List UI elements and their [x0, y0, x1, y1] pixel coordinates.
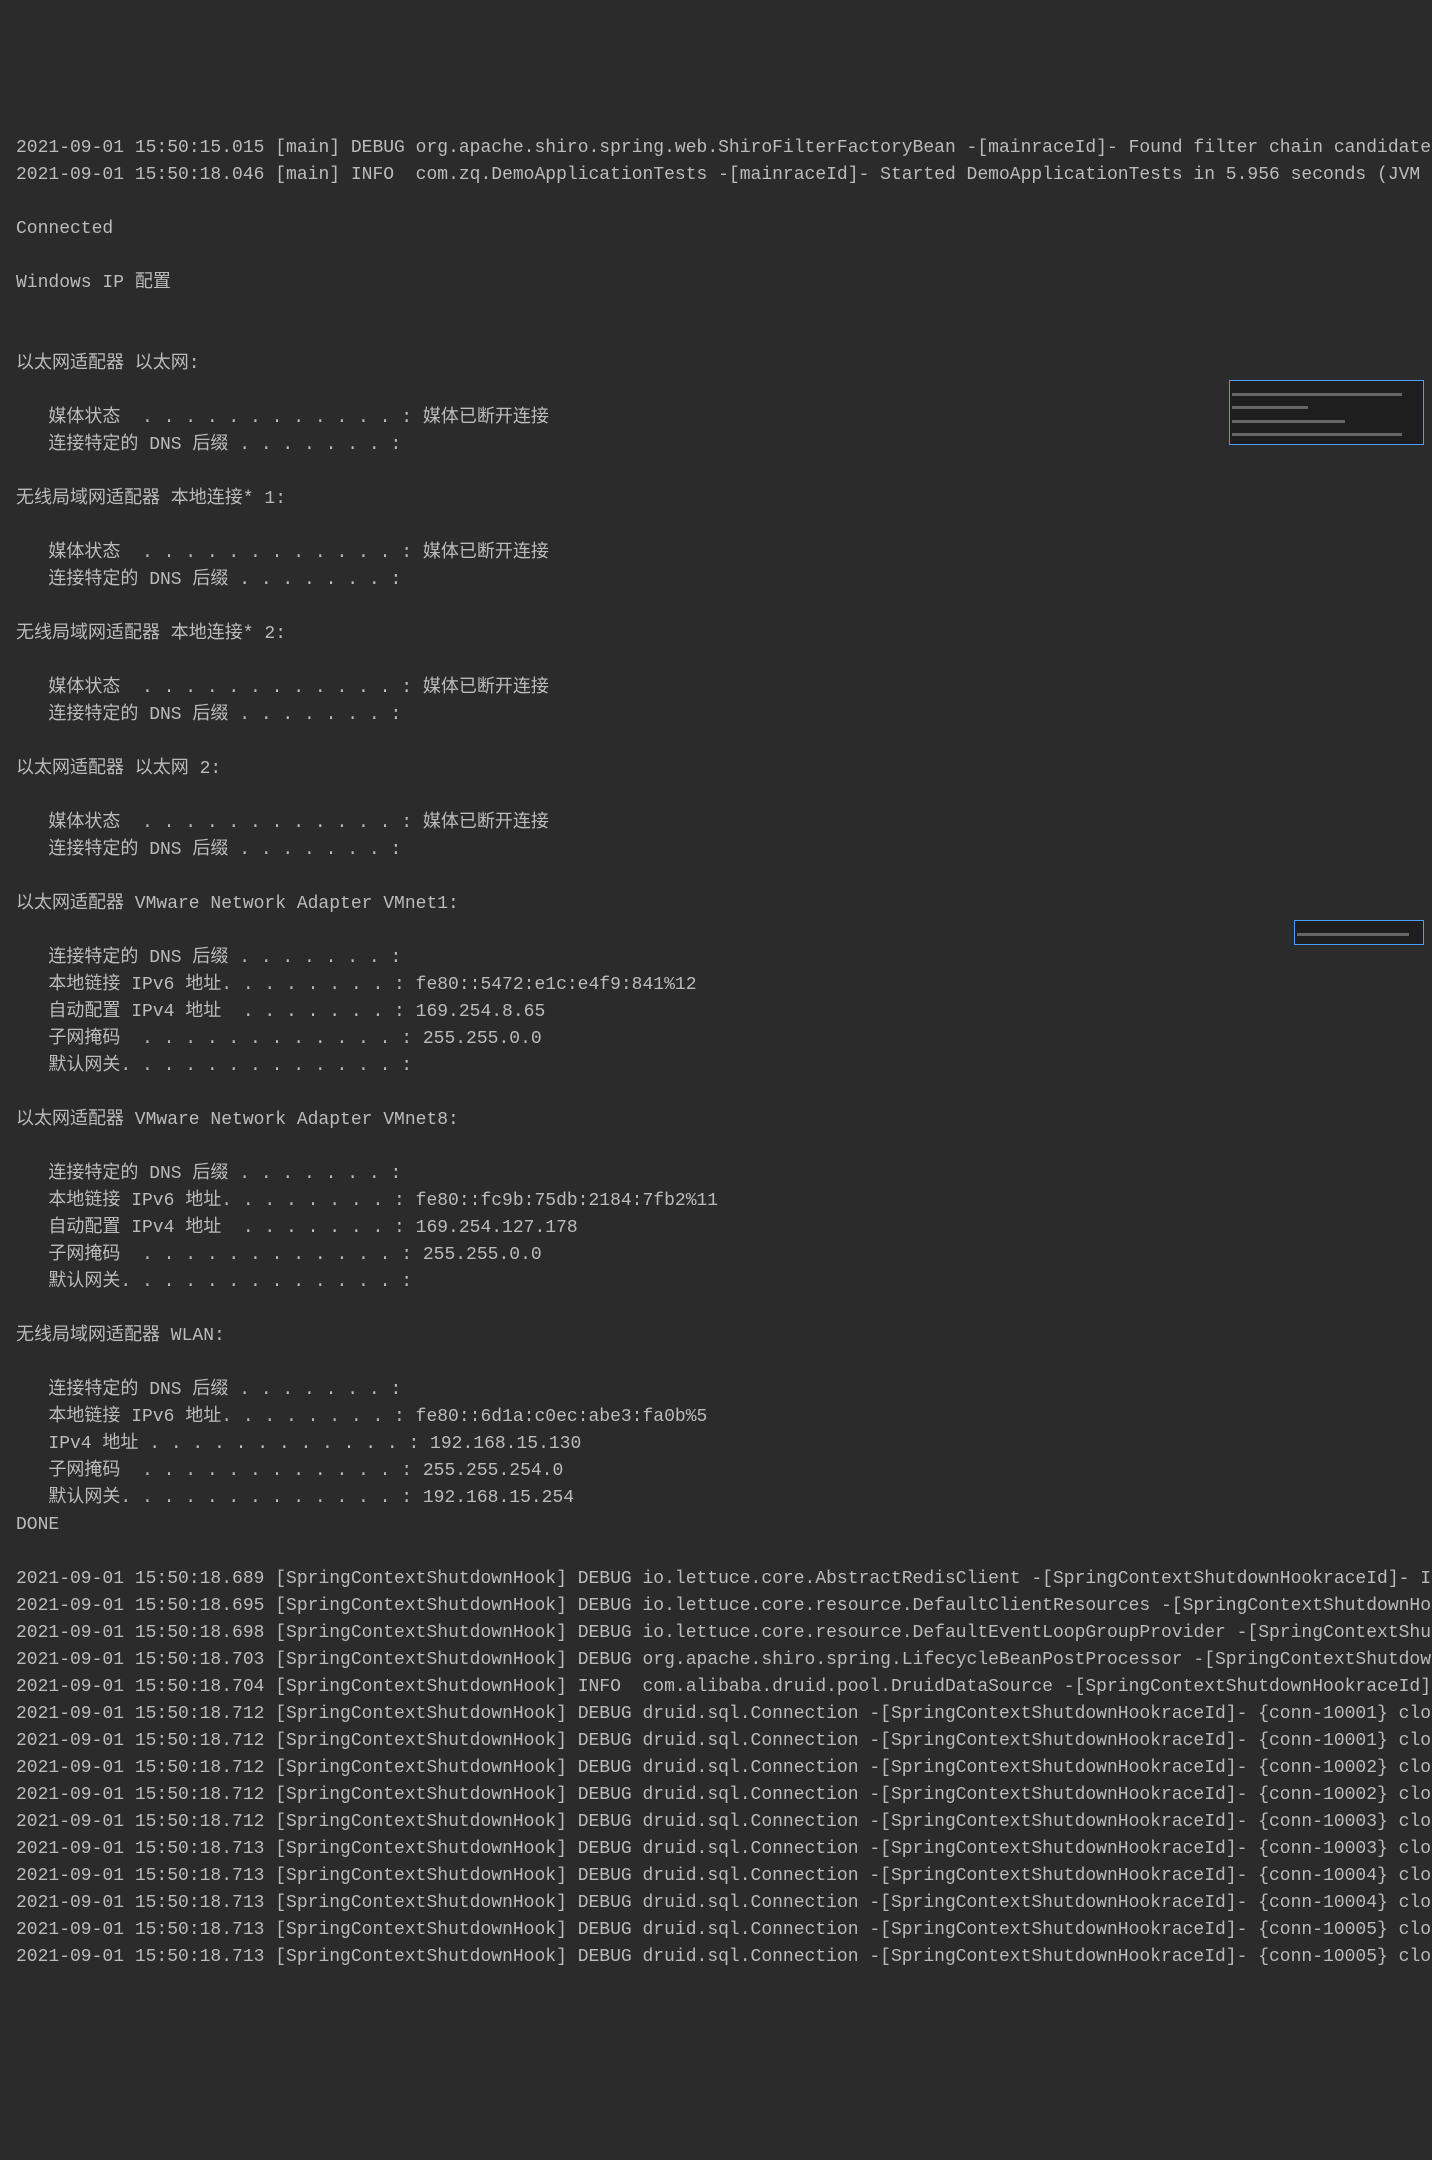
console-line	[16, 1134, 1416, 1161]
console-line: 媒体状态 . . . . . . . . . . . . : 媒体已断开连接	[16, 810, 1416, 837]
console-line	[16, 513, 1416, 540]
console-line: IPv4 地址 . . . . . . . . . . . . : 192.16…	[16, 1431, 1416, 1458]
console-line: Windows IP 配置	[16, 270, 1416, 297]
console-line: 2021-09-01 15:50:18.712 [SpringContextSh…	[16, 1782, 1416, 1809]
console-output[interactable]: 2021-09-01 15:50:15.015 [main] DEBUG org…	[0, 108, 1432, 1971]
console-line: 本地链接 IPv6 地址. . . . . . . . : fe80::6d1a…	[16, 1404, 1416, 1431]
console-line: 2021-09-01 15:50:15.015 [main] DEBUG org…	[16, 135, 1416, 162]
console-line	[16, 297, 1416, 324]
console-line: 无线局域网适配器 本地连接* 2:	[16, 621, 1416, 648]
console-line: 2021-09-01 15:50:18.703 [SpringContextSh…	[16, 1647, 1416, 1674]
console-line	[16, 783, 1416, 810]
console-line: DONE	[16, 1512, 1416, 1539]
console-line	[16, 189, 1416, 216]
console-line	[16, 243, 1416, 270]
console-line	[16, 648, 1416, 675]
console-line: 以太网适配器 以太网:	[16, 351, 1416, 378]
console-line: 2021-09-01 15:50:18.713 [SpringContextSh…	[16, 1836, 1416, 1863]
console-line	[16, 1539, 1416, 1566]
console-line: 2021-09-01 15:50:18.046 [main] INFO com.…	[16, 162, 1416, 189]
console-line	[16, 594, 1416, 621]
console-line: 2021-09-01 15:50:18.713 [SpringContextSh…	[16, 1863, 1416, 1890]
console-line: 2021-09-01 15:50:18.713 [SpringContextSh…	[16, 1944, 1416, 1971]
console-line: 默认网关. . . . . . . . . . . . . :	[16, 1269, 1416, 1296]
console-line: 以太网适配器 VMware Network Adapter VMnet8:	[16, 1107, 1416, 1134]
console-line: 2021-09-01 15:50:18.704 [SpringContextSh…	[16, 1674, 1416, 1701]
console-line: 媒体状态 . . . . . . . . . . . . : 媒体已断开连接	[16, 405, 1416, 432]
console-line: 媒体状态 . . . . . . . . . . . . : 媒体已断开连接	[16, 540, 1416, 567]
console-line: 子网掩码 . . . . . . . . . . . . : 255.255.0…	[16, 1242, 1416, 1269]
console-line: 2021-09-01 15:50:18.712 [SpringContextSh…	[16, 1755, 1416, 1782]
console-line: 2021-09-01 15:50:18.713 [SpringContextSh…	[16, 1890, 1416, 1917]
console-line: 无线局域网适配器 WLAN:	[16, 1323, 1416, 1350]
console-line: 2021-09-01 15:50:18.712 [SpringContextSh…	[16, 1701, 1416, 1728]
console-line: 本地链接 IPv6 地址. . . . . . . . : fe80::5472…	[16, 972, 1416, 999]
console-line: 2021-09-01 15:50:18.698 [SpringContextSh…	[16, 1620, 1416, 1647]
console-line: 自动配置 IPv4 地址 . . . . . . . : 169.254.127…	[16, 1215, 1416, 1242]
console-line: 连接特定的 DNS 后缀 . . . . . . . :	[16, 837, 1416, 864]
console-line	[16, 378, 1416, 405]
console-line: 连接特定的 DNS 后缀 . . . . . . . :	[16, 567, 1416, 594]
console-line: 默认网关. . . . . . . . . . . . . :	[16, 1053, 1416, 1080]
console-line	[16, 864, 1416, 891]
console-line	[16, 729, 1416, 756]
console-line: 以太网适配器 VMware Network Adapter VMnet1:	[16, 891, 1416, 918]
console-line	[16, 1350, 1416, 1377]
console-line: 自动配置 IPv4 地址 . . . . . . . : 169.254.8.6…	[16, 999, 1416, 1026]
console-line: 连接特定的 DNS 后缀 . . . . . . . :	[16, 432, 1416, 459]
console-line: 连接特定的 DNS 后缀 . . . . . . . :	[16, 1377, 1416, 1404]
console-line	[16, 459, 1416, 486]
console-line: 连接特定的 DNS 后缀 . . . . . . . :	[16, 702, 1416, 729]
console-line: 2021-09-01 15:50:18.712 [SpringContextSh…	[16, 1728, 1416, 1755]
console-line	[16, 1080, 1416, 1107]
console-line	[16, 324, 1416, 351]
console-line: 2021-09-01 15:50:18.695 [SpringContextSh…	[16, 1593, 1416, 1620]
console-line	[16, 1296, 1416, 1323]
console-line: 无线局域网适配器 本地连接* 1:	[16, 486, 1416, 513]
console-line: Connected	[16, 216, 1416, 243]
console-line: 默认网关. . . . . . . . . . . . . : 192.168.…	[16, 1485, 1416, 1512]
console-line: 本地链接 IPv6 地址. . . . . . . . : fe80::fc9b…	[16, 1188, 1416, 1215]
console-line: 连接特定的 DNS 后缀 . . . . . . . :	[16, 1161, 1416, 1188]
console-line: 2021-09-01 15:50:18.713 [SpringContextSh…	[16, 1917, 1416, 1944]
console-line: 2021-09-01 15:50:18.712 [SpringContextSh…	[16, 1809, 1416, 1836]
console-line: 连接特定的 DNS 后缀 . . . . . . . :	[16, 945, 1416, 972]
console-line	[16, 918, 1416, 945]
console-line: 以太网适配器 以太网 2:	[16, 756, 1416, 783]
console-line: 子网掩码 . . . . . . . . . . . . : 255.255.2…	[16, 1458, 1416, 1485]
console-line: 2021-09-01 15:50:18.689 [SpringContextSh…	[16, 1566, 1416, 1593]
console-line: 子网掩码 . . . . . . . . . . . . : 255.255.0…	[16, 1026, 1416, 1053]
console-line: 媒体状态 . . . . . . . . . . . . : 媒体已断开连接	[16, 675, 1416, 702]
